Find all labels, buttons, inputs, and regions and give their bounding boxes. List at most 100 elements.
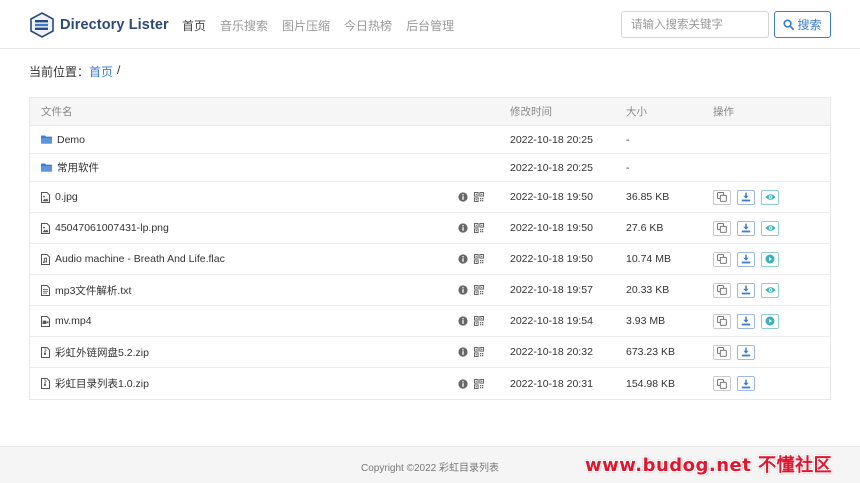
table-row[interactable]: mv.mp4 2022-10-18 19:54 3.93 MB [30,306,830,337]
nav-item-music-search[interactable]: 音乐搜索 [220,17,268,34]
cell-time: 2022-10-18 19:50 [510,191,593,203]
info-icon[interactable] [458,316,468,326]
preview-button[interactable] [761,251,779,267]
breadcrumb-prefix: 当前位置： [29,65,90,79]
download-button[interactable] [737,282,755,298]
table-row[interactable]: 常用软件 2022-10-18 20:25 - [30,154,830,182]
main-nav: 首页 音乐搜索 图片压缩 今日热榜 后台管理 [182,17,468,34]
table-row[interactable]: 45047061007431-lp.png 2022-10-18 19:50 27.… [30,213,830,244]
file-name[interactable]: mv.mp4 [55,315,92,327]
table-row[interactable]: Demo 2022-10-18 20:25 - [30,126,830,154]
file-name[interactable]: Audio machine - Breath And Life.flac [55,253,225,265]
file-name[interactable]: 0.jpg [55,191,78,203]
download-icon [741,379,751,389]
cell-time: 2022-10-18 20:25 [510,161,593,174]
cell-meta [458,368,484,399]
file-name[interactable]: Demo [57,134,85,146]
copy-link-button[interactable] [713,282,731,298]
cell-size: 154.98 KB [626,377,676,390]
preview-button[interactable] [761,220,779,236]
cell-meta [458,244,484,274]
cell-meta [458,337,484,367]
breadcrumb: 当前位置： 首页 / [29,63,120,80]
preview-button[interactable] [761,313,779,329]
brand-logo[interactable]: Directory Lister [29,12,169,38]
cell-meta [458,275,484,305]
qrcode-icon[interactable] [474,378,484,389]
info-icon[interactable] [458,192,468,202]
qrcode-icon[interactable] [474,285,484,295]
download-button[interactable] [737,251,755,267]
cell-name[interactable]: 0.jpg [41,182,78,212]
nav-item-image-compress[interactable]: 图片压缩 [282,17,330,34]
copy-link-button[interactable] [713,189,731,205]
copy-icon [717,378,727,389]
cell-name[interactable]: mp3文件解析.txt [41,275,131,305]
nav-item-home[interactable]: 首页 [182,17,206,34]
nav-item-hot-list[interactable]: 今日热榜 [344,17,392,34]
info-icon[interactable] [458,347,468,357]
copy-link-button[interactable] [713,220,731,236]
download-icon [741,223,751,233]
copy-icon [717,223,727,233]
file-name[interactable]: 彩虹目录列表1.0.zip [55,376,149,391]
table-row[interactable]: mp3文件解析.txt 2022-10-18 19:57 20.33 KB [30,275,830,306]
file-name[interactable]: 45047061007431-lp.png [55,222,169,234]
cell-name[interactable]: Audio machine - Breath And Life.flac [41,244,225,274]
file-name[interactable]: 彩虹外链网盘5.2.zip [55,345,149,360]
cell-name[interactable]: 彩虹目录列表1.0.zip [41,368,149,399]
info-icon[interactable] [458,223,468,233]
cell-ops [713,244,785,274]
cell-name[interactable]: 彩虹外链网盘5.2.zip [41,337,149,367]
cell-name[interactable]: 45047061007431-lp.png [41,213,169,243]
cell-time: 2022-10-18 19:54 [510,315,593,327]
file-name[interactable]: 常用软件 [57,160,99,175]
cell-time: 2022-10-18 20:31 [510,377,593,390]
download-button[interactable] [737,376,755,391]
download-button[interactable] [737,220,755,236]
cell-name[interactable]: 常用软件 [41,154,99,181]
nav-item-admin[interactable]: 后台管理 [406,17,454,34]
copy-link-button[interactable] [713,251,731,267]
cell-size: 673.23 KB [626,346,676,358]
cell-ops [713,213,785,243]
file-name[interactable]: mp3文件解析.txt [55,283,131,298]
header-time: 修改时间 [510,106,552,118]
cell-name[interactable]: Demo [41,126,85,153]
copy-link-button[interactable] [713,313,731,329]
qrcode-icon[interactable] [474,192,484,202]
download-icon [741,347,751,357]
download-button[interactable] [737,313,755,329]
eye-icon [764,193,776,201]
copy-icon [717,254,727,264]
cell-size: - [626,133,630,146]
info-icon[interactable] [458,254,468,264]
cell-name[interactable]: mv.mp4 [41,306,92,336]
copy-link-button[interactable] [713,376,731,391]
table-row[interactable]: 0.jpg 2022-10-18 19:50 36.85 KB [30,182,830,213]
audio-file-icon [41,253,50,265]
download-icon [741,192,751,202]
table-row[interactable]: 彩虹目录列表1.0.zip 2022-10-18 20:31 154.98 KB [30,368,830,399]
preview-button[interactable] [761,189,779,205]
copy-link-button[interactable] [713,344,731,360]
download-button[interactable] [737,344,755,360]
play-icon [765,254,775,264]
table-row[interactable]: Audio machine - Breath And Life.flac 2022… [30,244,830,275]
breadcrumb-home-link[interactable]: 首页 [89,63,113,80]
qrcode-icon[interactable] [474,254,484,264]
qrcode-icon[interactable] [474,347,484,357]
table-row[interactable]: 彩虹外链网盘5.2.zip 2022-10-18 20:32 673.23 KB [30,337,830,368]
cell-size: - [626,161,630,174]
search-button[interactable]: 搜索 [774,11,831,38]
brand-name: Directory Lister [60,17,169,33]
info-icon[interactable] [458,378,468,389]
info-icon[interactable] [458,285,468,295]
cell-ops [713,337,761,367]
search-input[interactable] [621,11,769,38]
qrcode-icon[interactable] [474,223,484,233]
preview-button[interactable] [761,282,779,298]
download-icon [741,316,751,326]
download-button[interactable] [737,189,755,205]
qrcode-icon[interactable] [474,316,484,326]
